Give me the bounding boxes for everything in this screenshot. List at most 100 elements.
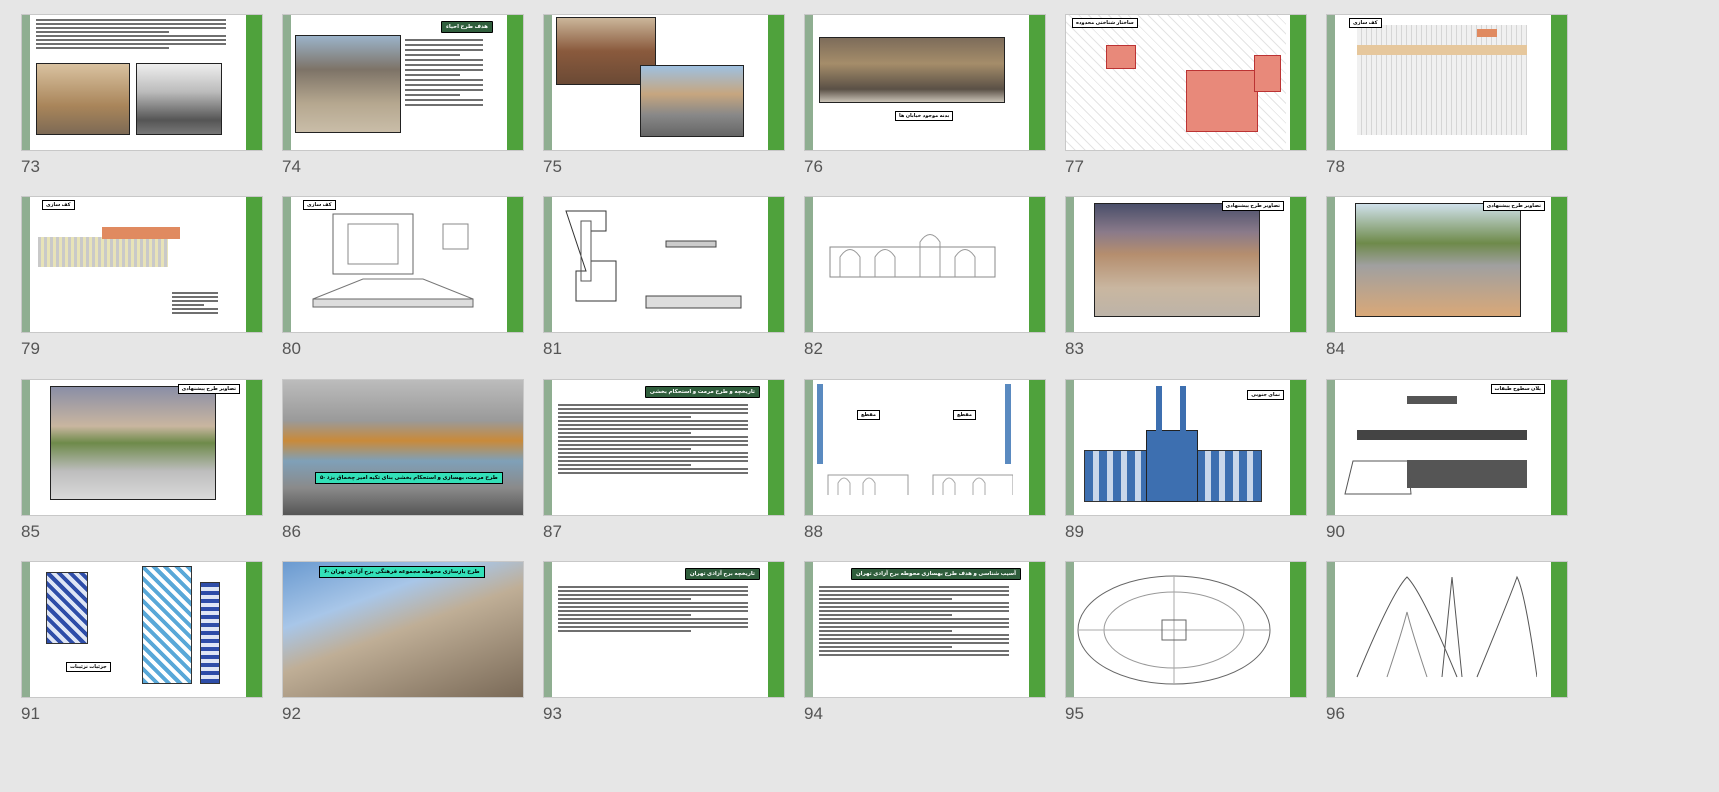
slide-canvas[interactable]: مقطع مقطع xyxy=(804,379,1046,516)
slide-canvas[interactable] xyxy=(543,14,785,151)
slide-number: 83 xyxy=(1065,339,1084,358)
slide-canvas[interactable]: جزئیات تزئینات xyxy=(21,561,263,698)
slide-thumbnail-79[interactable]: کف سازی 79 xyxy=(21,196,263,371)
slide-thumbnail-96[interactable]: 96 xyxy=(1326,561,1568,736)
slide-title: تصاویر طرح پیشنهادی xyxy=(1221,201,1284,211)
slide-canvas[interactable]: آسیب شناسی و هدف طرح بهسازی محوطه برج آز… xyxy=(804,561,1046,698)
plan-highlight xyxy=(1357,45,1527,55)
slide-right-bar xyxy=(1290,562,1306,697)
portal xyxy=(1146,430,1198,502)
slide-thumbnail-73[interactable]: 73 xyxy=(21,14,263,189)
slide-canvas[interactable]: تاریخچه برج آزادی تهران xyxy=(543,561,785,698)
slide-canvas[interactable] xyxy=(543,196,785,333)
plan-band xyxy=(38,237,168,267)
slide-left-bar xyxy=(1066,380,1074,515)
slide-thumbnail-88[interactable]: مقطع مقطع 88 xyxy=(804,379,1046,554)
slide-thumbnail-92[interactable]: ۶- طرح بازسازی محوطه مجموعه فرهنگی برج آ… xyxy=(282,561,524,736)
slide-title: کف سازی xyxy=(1349,18,1382,28)
slide-number: 85 xyxy=(21,522,40,541)
slide-left-bar xyxy=(1066,197,1074,332)
slide-canvas[interactable]: تاریخچه و طرح مرمت و استحکام بخشی xyxy=(543,379,785,516)
slide-thumbnail-87[interactable]: تاریخچه و طرح مرمت و استحکام بخشی 87 xyxy=(543,379,785,554)
slide-thumbnail-83[interactable]: تصاویر طرح پیشنهادی 83 xyxy=(1065,196,1307,371)
slide-canvas[interactable]: کف سازی xyxy=(282,196,524,333)
slide-title: تاریخچه و طرح مرمت و استحکام بخشی xyxy=(644,386,760,398)
plan-and-elevation-drawings xyxy=(565,210,742,309)
slide-right-bar xyxy=(768,197,784,332)
slide-canvas[interactable]: ساختار شناختی محدوده xyxy=(1065,14,1307,151)
slide-right-bar xyxy=(246,197,262,332)
slide-thumbnail-76[interactable]: بدنه موجود خیابان ها 76 xyxy=(804,14,1046,189)
slide-title: هدف طرح احیاء xyxy=(441,21,493,33)
slide-left-bar xyxy=(1327,15,1335,150)
slide-number: 92 xyxy=(282,704,301,723)
body-text-lines xyxy=(558,586,748,634)
slide-canvas[interactable] xyxy=(804,196,1046,333)
slide-title: نمای جنوبی xyxy=(1247,390,1284,400)
slide-title: تصاویر طرح پیشنهادی xyxy=(1482,201,1545,211)
slide-right-bar xyxy=(1029,380,1045,515)
slide-canvas[interactable]: کف سازی xyxy=(21,196,263,333)
slide-title: آسیب شناسی و هدف طرح بهسازی محوطه برج آز… xyxy=(850,568,1021,580)
minaret-2 xyxy=(1180,386,1186,432)
slide-left-bar xyxy=(544,197,552,332)
slide-canvas[interactable] xyxy=(1065,561,1307,698)
slide-thumbnail-93[interactable]: تاریخچه برج آزادی تهران 93 xyxy=(543,561,785,736)
body-text-lines xyxy=(558,404,748,476)
azadi-tower-photo xyxy=(283,562,523,697)
body-text-lines xyxy=(405,39,483,109)
slide-canvas[interactable]: کف سازی xyxy=(1326,14,1568,151)
slide-left-bar xyxy=(1327,562,1335,697)
slide-right-bar xyxy=(246,380,262,515)
slide-canvas[interactable]: تصاویر طرح پیشنهادی xyxy=(1065,196,1307,333)
slide-thumbnail-90[interactable]: پلان سطوح طبقات 90 xyxy=(1326,379,1568,554)
slide-thumbnail-84[interactable]: تصاویر طرح پیشنهادی 84 xyxy=(1326,196,1568,371)
slide-canvas[interactable] xyxy=(1326,561,1568,698)
slide-thumbnail-80[interactable]: کف سازی 80 xyxy=(282,196,524,371)
slide-canvas[interactable]: پلان سطوح طبقات xyxy=(1326,379,1568,516)
slide-right-bar xyxy=(1551,380,1567,515)
slide-thumbnail-74[interactable]: هدف طرح احیاء 74 xyxy=(282,14,524,189)
slide-canvas[interactable]: تصاویر طرح پیشنهادی xyxy=(1326,196,1568,333)
slide-canvas[interactable]: ۵- طرح مرمت، بهسازی و استحکام بخشی بنای … xyxy=(282,379,524,516)
slide-right-bar xyxy=(1029,562,1045,697)
plan-bottom xyxy=(1407,460,1527,488)
minaret-left xyxy=(817,384,823,464)
slide-left-bar xyxy=(805,380,813,515)
plan-orange xyxy=(102,227,180,239)
slide-number: 84 xyxy=(1326,339,1345,358)
slide-number: 74 xyxy=(282,157,301,176)
slide-canvas[interactable]: بدنه موجود خیابان ها xyxy=(804,14,1046,151)
azadi-tower-elevations xyxy=(1356,575,1537,678)
slide-thumbnail-95[interactable]: 95 xyxy=(1065,561,1307,736)
slide-title-2: مقطع xyxy=(953,410,976,420)
slide-canvas[interactable]: نمای جنوبی xyxy=(1065,379,1307,516)
slide-thumbnail-85[interactable]: تصاویر طرح پیشنهادی 85 xyxy=(21,379,263,554)
mosque-photo xyxy=(136,63,222,135)
slide-canvas[interactable]: ۶- طرح بازسازی محوطه مجموعه فرهنگی برج آ… xyxy=(282,561,524,698)
slide-thumbnail-94[interactable]: آسیب شناسی و هدف طرح بهسازی محوطه برج آز… xyxy=(804,561,1046,736)
red-zone-b xyxy=(1106,45,1136,69)
plan-outline xyxy=(1344,460,1412,495)
slide-canvas[interactable]: هدف طرح احیاء xyxy=(282,14,524,151)
slide-thumbnail-91[interactable]: جزئیات تزئینات 91 xyxy=(21,561,263,736)
render-photo xyxy=(1355,203,1521,317)
slide-thumbnail-82[interactable]: 82 xyxy=(804,196,1046,371)
slide-canvas[interactable] xyxy=(21,14,263,151)
slide-thumbnail-77[interactable]: ساختار شناختی محدوده 77 xyxy=(1065,14,1307,189)
slide-thumbnail-75[interactable]: 75 xyxy=(543,14,785,189)
slide-left-bar xyxy=(283,15,291,150)
slide-title: مقطع xyxy=(857,410,880,420)
slide-thumbnail-89[interactable]: نمای جنوبی 89 xyxy=(1065,379,1307,554)
slide-right-bar xyxy=(507,15,523,150)
slide-canvas[interactable]: تصاویر طرح پیشنهادی xyxy=(21,379,263,516)
slide-left-bar xyxy=(22,197,30,332)
slide-title: تصاویر طرح پیشنهادی xyxy=(177,384,240,394)
slide-thumbnail-86[interactable]: ۵- طرح مرمت، بهسازی و استحکام بخشی بنای … xyxy=(282,379,524,554)
slide-thumbnail-78[interactable]: کف سازی 78 xyxy=(1326,14,1568,189)
slide-right-bar xyxy=(507,197,523,332)
slide-thumbnail-81[interactable]: 81 xyxy=(543,196,785,371)
slide-left-bar xyxy=(544,380,552,515)
slide-number: 90 xyxy=(1326,522,1345,541)
minaret-right xyxy=(1005,384,1011,464)
